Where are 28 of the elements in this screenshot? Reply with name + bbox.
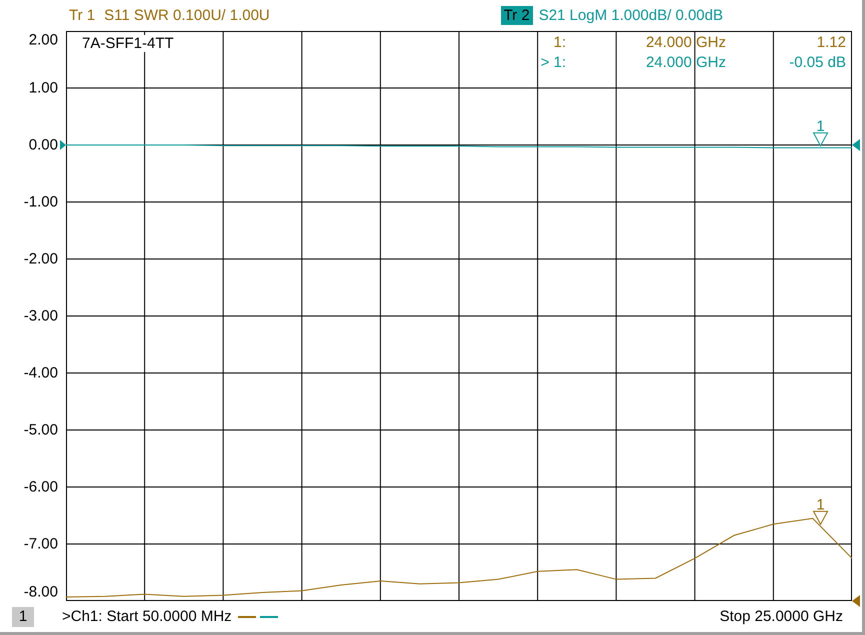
marker-value: -0.05 dB: [788, 53, 846, 73]
trace-format: S11 SWR 0.100U/ 1.00U: [104, 7, 270, 24]
axis-label: -3.00: [24, 308, 58, 324]
marker-readout: 1:: [552, 33, 566, 53]
reference-arrow-icon: [60, 140, 66, 150]
marker-frequency: 24.000 GHz: [644, 53, 726, 73]
trace-label[interactable]: Tr 2: [500, 6, 533, 25]
start-frequency: >Ch1: Start 50.0000 MHz: [62, 608, 232, 625]
channel-number[interactable]: 1: [12, 606, 34, 626]
axis-label: 1.00: [28, 80, 58, 96]
marker-value: 1.12: [816, 33, 846, 53]
trace-format: S21 LogM 1.000dB/ 0.00dB: [538, 7, 723, 24]
axis-label: 2.00: [28, 32, 58, 48]
reference-arrow-icon: [852, 139, 860, 151]
marker-readout: > 1:: [540, 53, 566, 73]
axis-label: -1.00: [24, 194, 58, 210]
axis-label: -7.00: [24, 536, 58, 552]
axis-label: -2.00: [24, 250, 58, 268]
chart-title: 7A-SFF1-4TT: [80, 35, 176, 52]
reference-arrow-icon: [852, 595, 860, 607]
axis-label: -4.00: [24, 364, 58, 382]
axis-label: -5.00: [24, 422, 58, 438]
axis-label: -8.00: [24, 584, 58, 600]
stop-frequency: Stop 25.0000 GHz: [720, 608, 843, 625]
trace-label[interactable]: Tr 1: [66, 6, 98, 25]
axis-label: -6.00: [24, 478, 58, 496]
marker-frequency: 24.000 GHz: [644, 33, 726, 53]
axis-label: 0.00: [28, 136, 58, 154]
